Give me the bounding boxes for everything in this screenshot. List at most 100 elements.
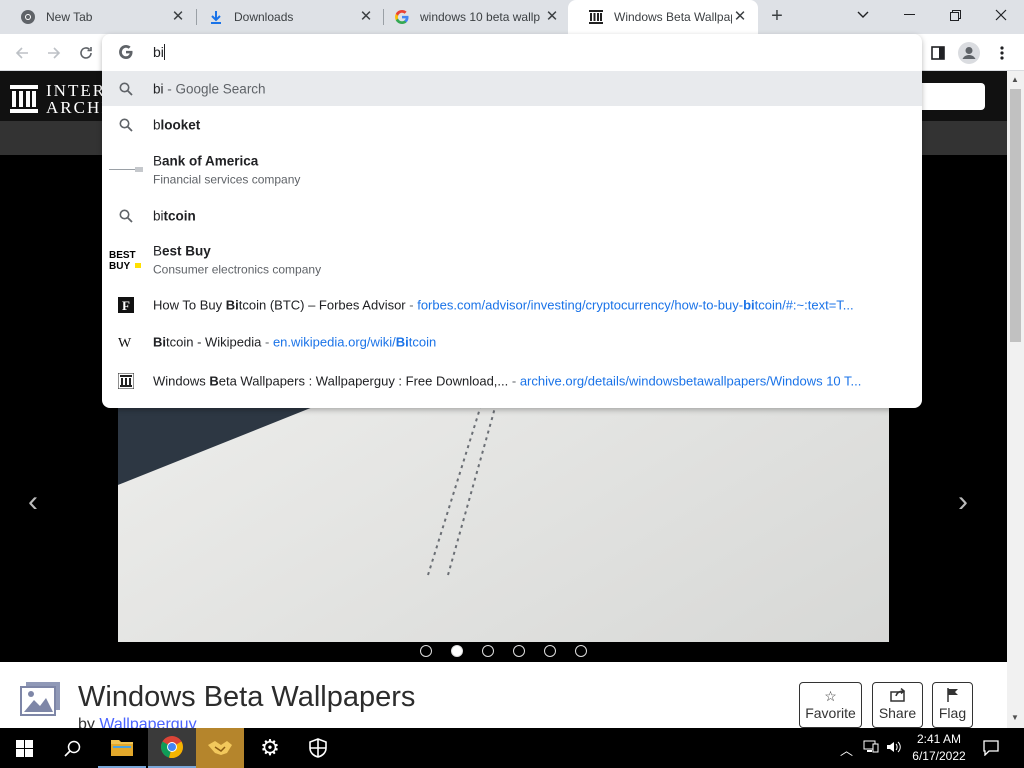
address-input[interactable]: bi: [153, 44, 165, 60]
separator: -: [261, 334, 273, 350]
separator: -: [508, 373, 520, 388]
search-icon: [118, 81, 134, 97]
carousel-next-icon[interactable]: ›: [958, 485, 968, 519]
share-button[interactable]: Share: [872, 682, 923, 728]
clock-date: 6/17/2022: [912, 749, 966, 763]
tab-search-chevron-icon[interactable]: [840, 0, 886, 30]
chrome-icon: [161, 736, 184, 759]
carousel-dot[interactable]: [482, 645, 494, 657]
file-explorer-button[interactable]: [98, 728, 146, 768]
omnibox-dropdown: bi bi - Google Search blooket Bank of Amer…: [102, 34, 922, 408]
history-title-part: Windows: [153, 373, 210, 388]
suggestion-text: blooket: [153, 117, 200, 132]
tab-windows-beta-wallpapers[interactable]: Windows Beta Wallpap ✕: [568, 0, 758, 34]
profile-avatar[interactable]: [956, 40, 982, 66]
tab-new-tab[interactable]: New Tab ✕: [0, 0, 196, 34]
internet-archive-logo[interactable]: INTER ARCHI: [10, 82, 109, 116]
history-title-part: tcoin - Wikipedia: [166, 334, 262, 350]
windows-logo-icon: [15, 739, 33, 757]
suggestion-text: Bank of America Financial services compan…: [153, 154, 300, 187]
history-title-match: B: [209, 373, 219, 388]
history-title-part: tcoin (BTC) – Forbes Advisor: [238, 297, 406, 312]
archive-icon: [588, 9, 604, 25]
tab-downloads[interactable]: Downloads ✕: [188, 0, 384, 34]
omnibox-suggestion[interactable]: Bank of America Financial services compan…: [102, 143, 922, 197]
close-icon[interactable]: ✕: [358, 9, 374, 25]
start-button[interactable]: [0, 728, 48, 768]
typed-query: bi: [153, 44, 164, 60]
tab-google-search[interactable]: windows 10 beta wallp ✕: [374, 0, 570, 34]
clock-time: 2:41 AM: [916, 732, 962, 746]
search-icon: [63, 740, 80, 757]
system-clock[interactable]: 2:41 AM 6/17/2022: [906, 731, 972, 765]
scroll-thumb[interactable]: [1010, 89, 1021, 342]
history-title-part: How To Buy: [153, 297, 226, 312]
suggestion-text: bi - Google Search: [153, 81, 266, 96]
suggestion-hint: - Google Search: [163, 81, 266, 96]
new-tab-button[interactable]: +: [765, 5, 789, 29]
omnibox-suggestion[interactable]: Windows Beta Wallpapers : Wallpaperguy :…: [102, 361, 922, 400]
suggestion-typed-part: bi: [153, 81, 164, 96]
omnibox-suggestion[interactable]: BEST BUY Best Buy Consumer electronics comp…: [102, 234, 922, 286]
back-button[interactable]: [9, 40, 35, 66]
handshake-app-button[interactable]: [196, 728, 244, 768]
history-url: en.wikipedia.org/wiki/: [272, 334, 396, 350]
carousel-dot[interactable]: [575, 645, 587, 657]
menu-kebab-icon[interactable]: [989, 40, 1015, 66]
reload-button[interactable]: [73, 40, 99, 66]
close-window-button[interactable]: [978, 0, 1024, 30]
suggestion-completion: looket: [160, 117, 201, 132]
page-scrollbar[interactable]: ▲ ▼: [1007, 71, 1024, 728]
share-icon: [889, 687, 906, 705]
text-caret: [163, 44, 165, 60]
side-panel-icon[interactable]: [925, 40, 951, 66]
suggestion-title: Bitcoin - Wikipedia - en.wikipedia.org/w…: [153, 335, 436, 350]
suggestion-text: Bitcoin - Wikipedia - en.wikipedia.org/w…: [153, 335, 436, 350]
carousel-dot[interactable]: [451, 645, 463, 657]
security-button[interactable]: [294, 728, 342, 768]
address-bar[interactable]: bi: [102, 34, 922, 71]
volume-icon[interactable]: [886, 740, 902, 757]
suggestion-subtitle: Financial services company: [153, 172, 301, 187]
star-icon: ☆: [824, 688, 837, 704]
search-button[interactable]: [48, 728, 96, 768]
suggestion-completion: est Buy: [162, 243, 211, 259]
tab-title: windows 10 beta wallp: [420, 10, 541, 24]
omnibox-suggestion[interactable]: bi - Google Search: [102, 71, 922, 106]
windows-taskbar: ⚙ ︿ 2:41 AM 6/17/2022: [0, 728, 1024, 768]
carousel-dot[interactable]: [420, 645, 432, 657]
carousel-prev-icon[interactable]: ‹: [28, 485, 38, 519]
settings-button[interactable]: ⚙: [246, 728, 294, 768]
suggestion-subtitle: Consumer electronics company: [153, 262, 322, 277]
chrome-taskbar-button[interactable]: [148, 728, 196, 768]
carousel-dot[interactable]: [544, 645, 556, 657]
suggestion-title: bi - Google Search: [153, 81, 266, 96]
restore-button[interactable]: [932, 0, 978, 30]
omnibox-suggestion[interactable]: bitcoin: [102, 197, 922, 234]
close-icon[interactable]: ✕: [732, 9, 748, 25]
suggestion-title: bitcoin: [153, 208, 196, 223]
omnibox-suggestion[interactable]: F How To Buy Bitcoin (BTC) – Forbes Advis…: [102, 286, 922, 323]
history-url: forbes.com/advisor/investing/cryptocurre…: [417, 297, 744, 312]
close-icon[interactable]: ✕: [170, 9, 186, 25]
flag-button[interactable]: Flag: [932, 682, 973, 728]
archive-icon: [118, 372, 134, 389]
suggestion-title: Windows Beta Wallpapers : Wallpaperguy :…: [153, 373, 861, 388]
minimize-button[interactable]: [886, 0, 932, 30]
network-icon[interactable]: [863, 740, 879, 757]
forward-button[interactable]: [41, 40, 67, 66]
carousel-dot[interactable]: [513, 645, 525, 657]
notifications-icon[interactable]: [983, 740, 999, 759]
close-icon[interactable]: ✕: [544, 9, 560, 25]
omnibox-suggestion[interactable]: W Bitcoin - Wikipedia - en.wikipedia.org/…: [102, 323, 922, 361]
favorite-button[interactable]: ☆ Favorite: [799, 682, 862, 728]
author-link[interactable]: Wallpaperguy: [99, 716, 196, 728]
suggestion-title: How To Buy Bitcoin (BTC) – Forbes Adviso…: [153, 297, 854, 312]
scroll-down-icon[interactable]: ▼: [1011, 713, 1019, 722]
omnibox-suggestion[interactable]: blooket: [102, 106, 922, 143]
scroll-up-icon[interactable]: ▲: [1011, 75, 1019, 84]
history-title-part: eta Wallpapers : Wallpaperguy : Free Dow…: [218, 373, 509, 388]
flag-icon: [946, 688, 959, 705]
show-hidden-icons-chevron-icon[interactable]: ︿: [840, 740, 853, 759]
tab-title: Windows Beta Wallpap: [614, 10, 732, 24]
